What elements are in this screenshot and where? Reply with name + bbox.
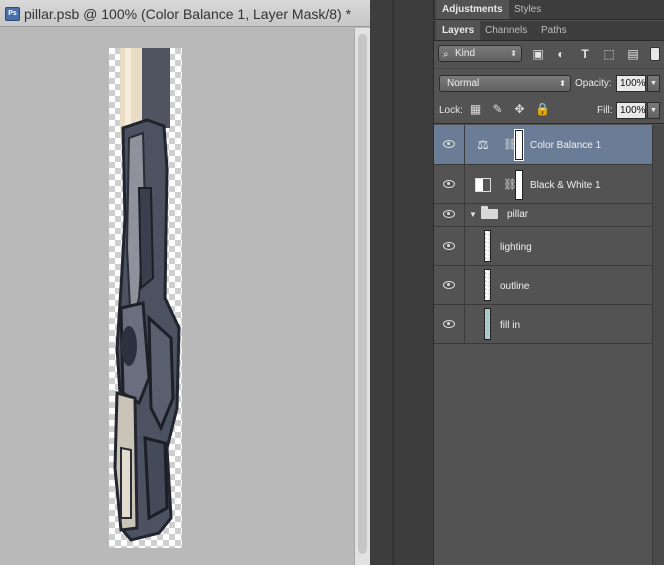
- workspace-gap: [370, 0, 433, 565]
- layers-empty-area[interactable]: [434, 345, 652, 565]
- visibility-toggle[interactable]: [434, 227, 465, 265]
- blend-mode-value: Normal: [447, 78, 480, 89]
- layer-thumbnail: [484, 308, 491, 340]
- lock-row: Lock: ▦ ✎ ✥ 🔒 Fill: 100% ▼: [434, 96, 664, 124]
- document-title: pillar.psb @ 100% (Color Balance 1, Laye…: [24, 6, 352, 22]
- layer-row-color-balance[interactable]: ⚖ ⛓ Color Balance 1: [434, 125, 652, 165]
- tab-styles[interactable]: Styles: [508, 0, 547, 19]
- lock-image-icon[interactable]: ✎: [491, 103, 504, 116]
- shape-filter-icon[interactable]: ⬚: [602, 47, 616, 61]
- layer-name: lighting: [500, 242, 532, 253]
- lock-all-icon[interactable]: 🔒: [535, 103, 550, 116]
- adjustment-filter-icon[interactable]: ◐: [554, 47, 568, 61]
- layer-group-pillar[interactable]: ▼ pillar: [434, 204, 652, 227]
- blend-mode-select[interactable]: Normal ⬍: [439, 75, 571, 92]
- scroll-thumb[interactable]: [358, 34, 367, 554]
- expand-triangle-icon[interactable]: ▼: [469, 210, 477, 219]
- visibility-toggle[interactable]: [434, 266, 465, 304]
- layer-mask-thumbnail[interactable]: [514, 129, 524, 161]
- tab-channels[interactable]: Channels: [479, 21, 533, 40]
- layer-row-black-white[interactable]: ⛓ Black & White 1: [434, 165, 652, 204]
- layer-name: pillar: [507, 209, 529, 220]
- layer-name: Black & White 1: [530, 180, 601, 191]
- filter-kind-select[interactable]: ⌕ Kind ⬍: [438, 45, 522, 62]
- tab-paths[interactable]: Paths: [535, 21, 573, 40]
- link-icon[interactable]: ⛓: [503, 137, 517, 153]
- layer-mask-thumbnail[interactable]: [515, 170, 523, 200]
- eye-icon: [443, 140, 455, 148]
- opacity-dropdown-button[interactable]: ▼: [647, 75, 660, 92]
- filter-toggle-switch[interactable]: [650, 47, 660, 61]
- tab-adjustments[interactable]: Adjustments: [436, 0, 509, 19]
- adjustments-tab-bar: Adjustments Styles: [434, 0, 664, 20]
- visibility-toggle[interactable]: [434, 165, 465, 203]
- eye-icon: [443, 320, 455, 328]
- eye-icon: [443, 210, 455, 218]
- color-balance-icon: ⚖: [477, 137, 489, 152]
- blend-mode-row: Normal ⬍ Opacity: 100% ▼: [434, 68, 664, 95]
- layer-row-fill-in[interactable]: fill in: [434, 305, 652, 344]
- chevron-updown-icon: ⬍: [559, 79, 566, 88]
- eye-icon: [443, 242, 455, 250]
- visibility-toggle[interactable]: [434, 204, 465, 226]
- document-window: Ps pillar.psb @ 100% (Color Balance 1, L…: [0, 0, 370, 565]
- link-icon[interactable]: ⛓: [503, 177, 517, 193]
- layer-name: fill in: [500, 320, 521, 331]
- tab-layers[interactable]: Layers: [436, 21, 481, 40]
- visibility-toggle[interactable]: [434, 305, 465, 343]
- eye-icon: [443, 281, 455, 289]
- layer-row-lighting[interactable]: lighting: [434, 227, 652, 266]
- layer-name: outline: [500, 281, 530, 292]
- visibility-toggle[interactable]: [434, 125, 465, 164]
- fill-input[interactable]: 100%: [616, 102, 646, 119]
- layer-row-outline[interactable]: outline: [434, 266, 652, 305]
- canvas-image[interactable]: [109, 48, 182, 548]
- fill-dropdown-button[interactable]: ▼: [647, 102, 660, 119]
- layer-name: Color Balance 1: [530, 140, 602, 151]
- type-filter-icon[interactable]: T: [578, 47, 592, 61]
- layers-tab-bar: Layers Channels Paths: [434, 21, 664, 41]
- layer-thumbnail: [484, 230, 491, 262]
- ps-document-icon: Ps: [5, 7, 20, 21]
- layers-panel-dock: Adjustments Styles Layers Channels Paths…: [433, 0, 664, 565]
- chevron-updown-icon: ⬍: [510, 49, 517, 58]
- folder-icon: [481, 206, 498, 219]
- layers-list: ⚖ ⛓ Color Balance 1 ⛓ Black & White 1 ▼ …: [434, 125, 652, 345]
- image-filter-icon[interactable]: ▣: [531, 47, 545, 61]
- search-icon: ⌕: [443, 49, 449, 60]
- lock-label: Lock:: [439, 105, 463, 116]
- black-white-adjustment-icon: [475, 178, 491, 192]
- opacity-input[interactable]: 100%: [616, 75, 646, 92]
- filter-kind-label: Kind: [455, 48, 476, 59]
- lock-position-icon[interactable]: ✥: [513, 103, 526, 116]
- layer-filter-row: ⌕ Kind ⬍ ▣ ◐ T ⬚ ▤: [434, 41, 664, 67]
- lock-transparent-icon[interactable]: ▦: [469, 103, 482, 116]
- document-tab[interactable]: Ps pillar.psb @ 100% (Color Balance 1, L…: [0, 0, 370, 27]
- eye-icon: [443, 180, 455, 188]
- panel-dock-rail: [392, 0, 395, 565]
- fill-label: Fill:: [597, 105, 613, 116]
- opacity-label: Opacity:: [575, 78, 612, 89]
- layer-thumbnail: [484, 269, 491, 301]
- document-vertical-scrollbar[interactable]: [354, 28, 370, 565]
- layers-scrollbar[interactable]: [652, 125, 664, 565]
- pillar-artwork: [113, 48, 181, 542]
- smart-object-filter-icon[interactable]: ▤: [626, 47, 640, 61]
